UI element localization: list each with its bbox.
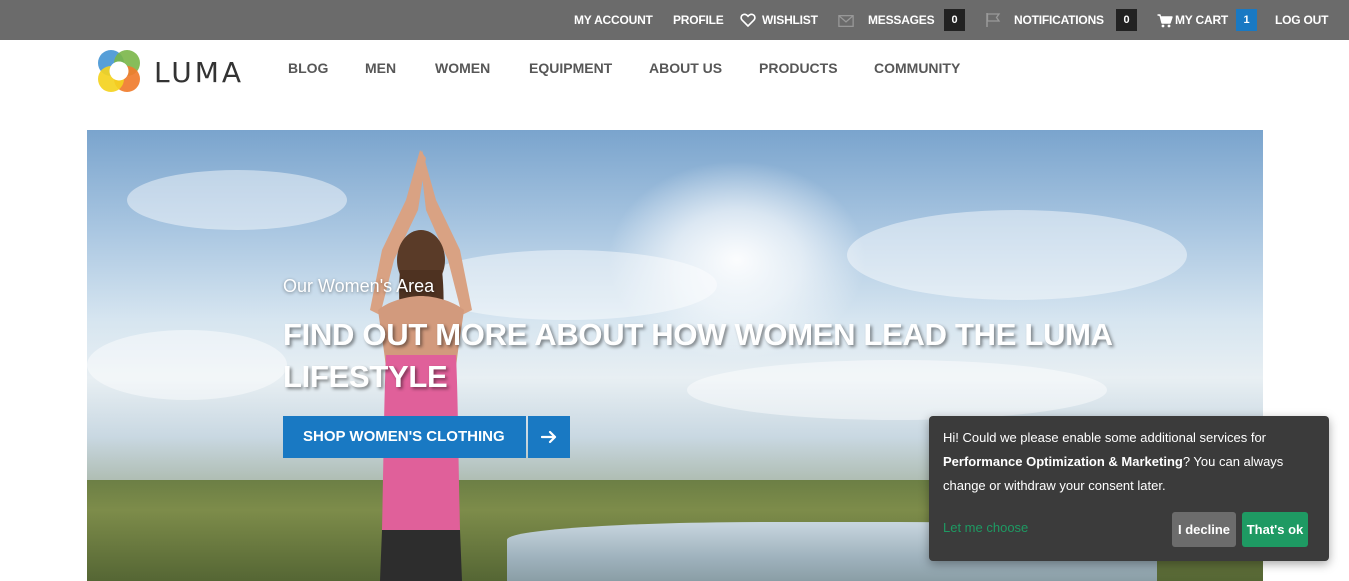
- notifications-link[interactable]: Notifications: [1014, 0, 1104, 40]
- shop-womens-clothing-button[interactable]: Shop Women's Clothing: [283, 416, 570, 458]
- nav-item-products[interactable]: Products: [759, 60, 838, 76]
- consent-message: Hi! Could we please enable some addition…: [943, 426, 1318, 498]
- accept-button[interactable]: That's ok: [1242, 512, 1308, 547]
- cart-icon[interactable]: [1157, 13, 1173, 29]
- my-cart-link[interactable]: My Cart: [1175, 0, 1228, 40]
- arrow-right-icon[interactable]: [527, 416, 570, 458]
- profile-link[interactable]: Profile: [673, 0, 724, 40]
- hero-title: Find out more about how women lead the L…: [283, 317, 1112, 394]
- luma-logo-mark: [98, 50, 140, 92]
- shop-womens-clothing-label[interactable]: Shop Women's Clothing: [283, 416, 526, 458]
- my-account-link[interactable]: My Account: [574, 0, 653, 40]
- messages-link[interactable]: Messages: [868, 0, 935, 40]
- consent-text-bold: Performance Optimization & Marketing: [943, 454, 1183, 469]
- nav-item-men[interactable]: Men: [365, 60, 396, 76]
- nav-item-community[interactable]: Community: [874, 60, 960, 76]
- flag-icon[interactable]: [985, 12, 1001, 28]
- nav-item-equipment[interactable]: Equipment: [529, 60, 612, 76]
- top-account-bar: My Account Profile Wishlist Messages 0 N…: [0, 0, 1349, 40]
- envelope-icon[interactable]: [838, 13, 854, 29]
- nav-item-about-us[interactable]: About Us: [649, 60, 722, 76]
- heart-icon[interactable]: [740, 12, 756, 28]
- notifications-count-badge: 0: [1116, 9, 1137, 31]
- cookie-consent-dialog: Hi! Could we please enable some addition…: [929, 416, 1329, 561]
- hero-cloud: [127, 170, 347, 230]
- decline-button[interactable]: I decline: [1172, 512, 1236, 547]
- luma-logo[interactable]: LUMA: [96, 49, 246, 95]
- wishlist-link[interactable]: Wishlist: [762, 0, 818, 40]
- logo-text: LUMA: [154, 56, 245, 89]
- let-me-choose-link[interactable]: Let me choose: [943, 520, 1028, 535]
- hero-cloud: [847, 210, 1187, 300]
- cart-count-badge: 1: [1236, 9, 1257, 31]
- hero-subtitle: Our Women's Area: [283, 276, 435, 296]
- nav-item-blog[interactable]: Blog: [288, 60, 328, 76]
- hero-cloud: [87, 330, 287, 400]
- messages-count-badge: 0: [944, 9, 965, 31]
- log-out-link[interactable]: Log Out: [1275, 0, 1328, 40]
- consent-text-before: Hi! Could we please enable some addition…: [943, 430, 1267, 445]
- nav-item-women[interactable]: Women: [435, 60, 490, 76]
